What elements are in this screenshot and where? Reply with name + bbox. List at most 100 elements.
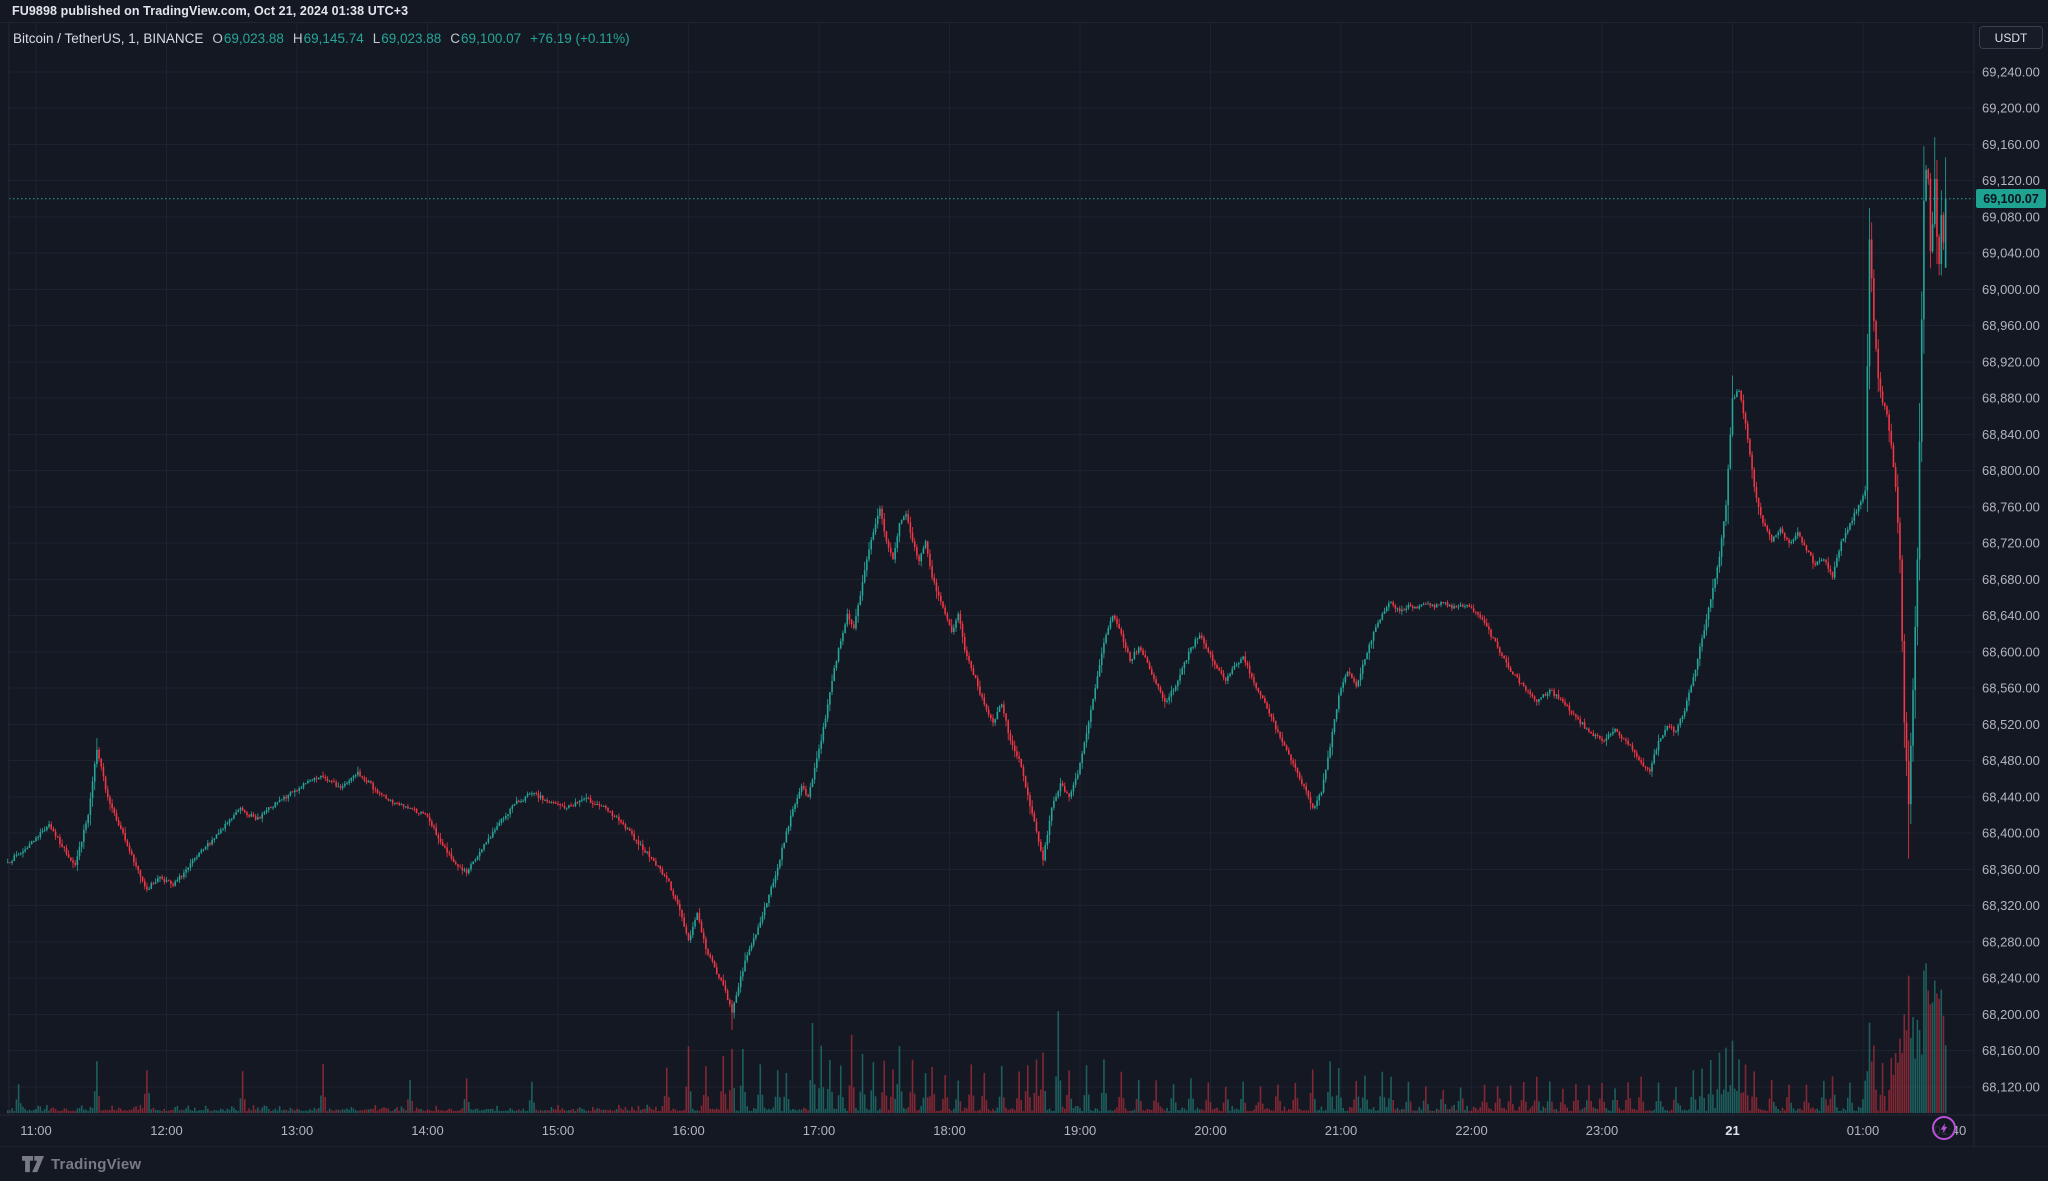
volume-bar xyxy=(220,1109,222,1113)
candle-body xyxy=(840,641,842,648)
time-tick-label[interactable]: 16:00 xyxy=(672,1123,705,1138)
time-tick-label[interactable]: 21 xyxy=(1725,1123,1739,1138)
time-tick-label[interactable]: 19:00 xyxy=(1064,1123,1097,1138)
volume-bar xyxy=(1258,1102,1260,1113)
volume-bar xyxy=(1773,1102,1775,1113)
candle-body xyxy=(664,875,666,876)
candle-body xyxy=(222,829,224,830)
volume-bar xyxy=(192,1111,194,1113)
candle-body xyxy=(1051,808,1053,821)
candle-body xyxy=(475,860,477,862)
volume-bar xyxy=(977,1111,979,1113)
time-tick-label[interactable]: 01:00 xyxy=(1847,1123,1880,1138)
candle-body xyxy=(714,961,716,967)
volume-bar xyxy=(1051,1111,1053,1113)
chart-area[interactable]: 68,120.0068,160.0068,200.0068,240.0068,2… xyxy=(0,23,2048,1147)
tradingview-logo[interactable]: TradingView xyxy=(22,1155,141,1174)
candle-body xyxy=(227,823,229,824)
candle-body xyxy=(427,814,429,816)
volume-bar xyxy=(1318,1110,1320,1113)
volume-bar xyxy=(820,1046,822,1113)
candle-body xyxy=(1349,672,1351,674)
volume-bar xyxy=(201,1110,203,1113)
candle-body xyxy=(823,727,825,741)
volume-bar xyxy=(1060,1080,1062,1113)
candle-body xyxy=(1020,759,1022,767)
time-tick-label[interactable]: 15:00 xyxy=(542,1123,575,1138)
volume-bar xyxy=(1227,1100,1229,1114)
volume-bar xyxy=(742,1049,744,1113)
volume-bar xyxy=(1560,1102,1562,1113)
candle-body xyxy=(1708,608,1710,620)
candle-body xyxy=(1362,665,1364,674)
volume-bar xyxy=(1447,1109,1449,1113)
volume-bar xyxy=(57,1111,59,1113)
volume-bar xyxy=(1281,1111,1283,1113)
candle-wick xyxy=(1647,767,1648,772)
volume-bar xyxy=(1116,1107,1118,1113)
volume-bar xyxy=(257,1107,259,1113)
candle-body xyxy=(1371,641,1373,645)
volume-bar xyxy=(27,1111,29,1113)
symbol-title[interactable]: Bitcoin / TetherUS, 1, BINANCE xyxy=(13,31,203,46)
time-tick-label[interactable]: 13:00 xyxy=(281,1123,314,1138)
volume-bar xyxy=(1914,1059,1916,1113)
candle-body xyxy=(1886,406,1888,414)
volume-bar xyxy=(1771,1080,1773,1113)
candle-body xyxy=(1158,684,1160,688)
candle-body xyxy=(1314,806,1316,808)
candle-body xyxy=(953,628,955,632)
realtime-lightning-icon[interactable] xyxy=(1932,1116,1956,1140)
candle-body xyxy=(1123,634,1125,642)
candle-body xyxy=(779,860,781,868)
candle-body xyxy=(253,814,255,816)
candle-body xyxy=(1386,607,1388,611)
currency-button[interactable]: USDT xyxy=(1979,26,2043,49)
volume-bar xyxy=(668,1097,670,1113)
time-tick-label[interactable]: 17:00 xyxy=(803,1123,836,1138)
volume-bar xyxy=(622,1110,624,1113)
volume-bar xyxy=(1340,1098,1342,1113)
time-tick-label[interactable]: 23:00 xyxy=(1586,1123,1619,1138)
volume-bar xyxy=(568,1110,570,1113)
candle-wick xyxy=(277,802,278,806)
candle-body xyxy=(1353,678,1355,682)
volume-bar xyxy=(1312,1070,1314,1113)
volume-bar xyxy=(1606,1108,1608,1113)
volume-bar xyxy=(533,1102,535,1113)
candle-body xyxy=(1664,730,1666,736)
volume-bar xyxy=(1571,1111,1573,1113)
price-tick-label: 68,280.00 xyxy=(1982,934,2040,949)
candlestick-chart[interactable]: 68,120.0068,160.0068,200.0068,240.0068,2… xyxy=(0,23,2048,1147)
volume-bar xyxy=(1532,1106,1534,1113)
candle-body xyxy=(966,650,968,656)
volume-bar xyxy=(1142,1110,1144,1113)
time-tick-label[interactable]: 22:00 xyxy=(1455,1123,1488,1138)
volume-bar xyxy=(1462,1099,1464,1113)
candle-body xyxy=(342,786,344,788)
time-tick-label[interactable]: 11:00 xyxy=(20,1123,52,1138)
candle-wick xyxy=(640,841,641,845)
candle-body xyxy=(1534,696,1536,699)
volume-bar xyxy=(1877,1111,1879,1114)
volume-bar xyxy=(1371,1109,1373,1113)
time-tick-label[interactable]: 18:00 xyxy=(933,1123,966,1138)
time-tick-label[interactable]: 14:00 xyxy=(411,1123,444,1138)
volume-bar xyxy=(1308,1110,1310,1113)
volume-bar xyxy=(1786,1097,1788,1113)
time-tick-label[interactable]: 20:00 xyxy=(1194,1123,1227,1138)
time-tick-label[interactable]: 21:00 xyxy=(1325,1123,1358,1138)
volume-bar xyxy=(1577,1100,1579,1113)
candle-body xyxy=(285,797,287,799)
candle-body xyxy=(601,806,603,807)
volume-bar xyxy=(1118,1097,1120,1113)
volume-bar xyxy=(1199,1109,1201,1113)
volume-bar xyxy=(1860,1108,1862,1113)
time-tick-label[interactable]: 12:00 xyxy=(150,1123,183,1138)
candle-body xyxy=(1438,605,1440,606)
candle-body xyxy=(901,520,903,523)
candle-body xyxy=(457,864,459,866)
volume-bar xyxy=(960,1101,962,1113)
volume-bar xyxy=(975,1111,977,1113)
volume-bar xyxy=(1647,1111,1649,1113)
